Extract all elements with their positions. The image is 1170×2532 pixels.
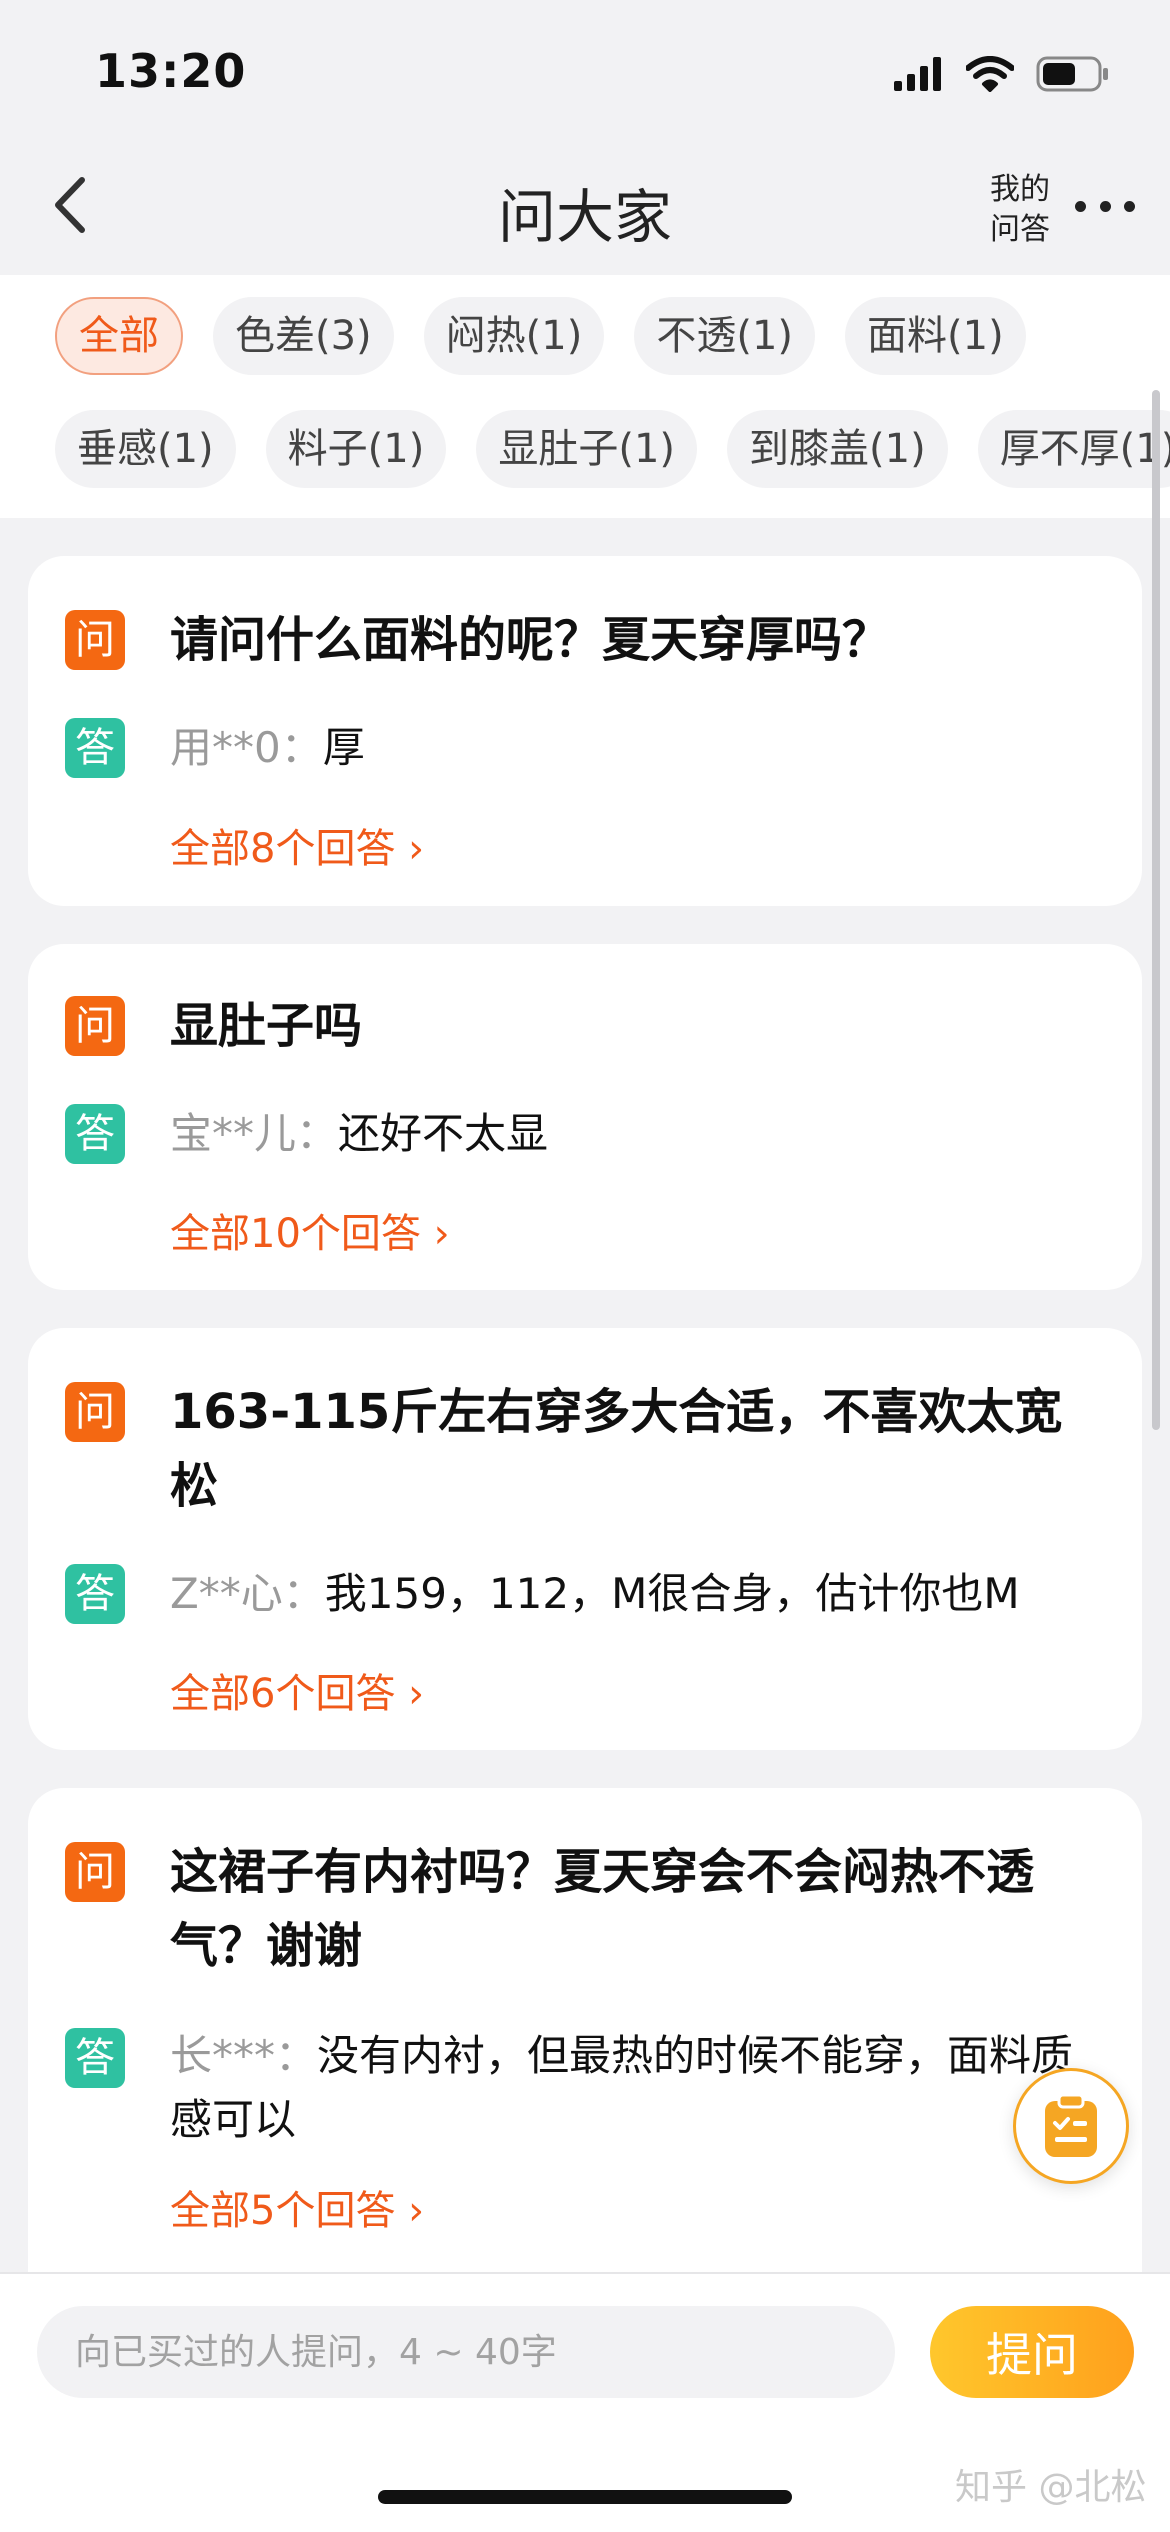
answer-user: 长***：: [170, 2031, 318, 2080]
all-answers-label: 全部6个回答: [170, 1671, 396, 1717]
wifi-icon: [966, 56, 1014, 92]
filter-row-1: 全部 色差(3) 闷热(1) 不透(1) 面料(1): [55, 297, 1026, 375]
chevron-right-icon: ›: [395, 1671, 425, 1717]
chevron-right-icon: ›: [395, 826, 425, 872]
my-qa-label-line2: 问答: [990, 212, 1050, 247]
answer-text: 还好不太显: [338, 1109, 549, 1158]
question-text: 请问什么面料的呢？夏天穿厚吗？: [170, 612, 891, 668]
answer-badge: 答: [65, 1104, 125, 1164]
filter-tag[interactable]: 不透(1): [634, 297, 816, 375]
filter-tag[interactable]: 显肚子(1): [476, 410, 698, 488]
all-answers-link[interactable]: 全部6个回答 ›: [170, 1661, 424, 1719]
chevron-right-icon: ›: [395, 2188, 425, 2234]
answer-badge: 答: [65, 2028, 125, 2088]
floating-clipboard-button[interactable]: [1013, 2068, 1129, 2184]
answer-text: 我159，112，M很合身，估计你也M: [324, 1569, 1020, 1618]
status-bar: 13:20: [0, 0, 1170, 140]
ask-button[interactable]: 提问: [930, 2306, 1134, 2398]
answer-user: 用**0：: [170, 723, 323, 772]
question-badge: 问: [65, 610, 125, 670]
filter-tag-all[interactable]: 全部: [55, 297, 183, 375]
status-icons: [894, 52, 1110, 96]
question-badge: 问: [65, 1382, 125, 1442]
answer-line: 宝**儿：还好不太显: [170, 1102, 1110, 1166]
answer-line: Z**心：我159，112，M很合身，估计你也M: [170, 1562, 1110, 1626]
signal-icon: [894, 57, 941, 91]
filter-row-2: 垂感(1) 料子(1) 显肚子(1) 到膝盖(1) 厚不厚(1): [55, 410, 1170, 488]
answer-line: 用**0：厚: [170, 716, 1110, 780]
all-answers-label: 全部8个回答: [170, 826, 396, 872]
answer-user: 宝**儿：: [170, 1109, 339, 1158]
nav-bar: 问大家 我的 问答: [0, 140, 1170, 275]
qa-card[interactable]: 问 这裙子有内衬吗？夏天穿会不会闷热不透气？谢谢 答 长***：没有内衬，但最热…: [28, 1788, 1142, 2272]
question-text: 这裙子有内衬吗？夏天穿会不会闷热不透气？谢谢: [170, 1844, 1035, 1974]
clipboard-list-icon: [1045, 2093, 1097, 2157]
my-qa-label-line1: 我的: [990, 172, 1050, 207]
qa-page: 13:20 问大家 我的 问答 全部 色差(3) 闷热(1) 不透(1) 面料(…: [0, 0, 1170, 2532]
filter-tag[interactable]: 厚不厚(1): [977, 410, 1170, 488]
more-dots-icon[interactable]: [1075, 196, 1135, 216]
all-answers-link[interactable]: 全部5个回答 ›: [170, 2178, 424, 2236]
answer-line: 长***：没有内衬，但最热的时候不能穿，面料质感可以: [170, 2024, 1110, 2152]
answer-user: Z**心：: [170, 1569, 325, 1618]
scrollbar[interactable]: [1152, 390, 1160, 1430]
question-text: 显肚子吗: [170, 998, 363, 1054]
filter-tag[interactable]: 料子(1): [265, 410, 447, 488]
all-answers-label: 全部10个回答: [170, 1211, 421, 1257]
home-indicator[interactable]: [378, 2490, 792, 2504]
answer-badge: 答: [65, 1564, 125, 1624]
qa-card[interactable]: 问 显肚子吗 答 宝**儿：还好不太显 全部10个回答 ›: [28, 944, 1142, 1290]
filter-tag[interactable]: 面料(1): [845, 297, 1026, 375]
all-answers-link[interactable]: 全部10个回答 ›: [170, 1201, 450, 1259]
filter-tag[interactable]: 到膝盖(1): [727, 410, 948, 488]
status-time: 13:20: [95, 44, 247, 98]
chevron-right-icon: ›: [420, 1211, 450, 1257]
filter-tag[interactable]: 色差(3): [213, 297, 394, 375]
question-text: 163-115斤左右穿多大合适，不喜欢太宽松: [170, 1384, 1063, 1514]
filter-tag[interactable]: 闷热(1): [423, 297, 605, 375]
question-badge: 问: [65, 1842, 125, 1902]
ask-question-input[interactable]: [37, 2306, 895, 2398]
battery-icon: [1036, 56, 1108, 92]
filter-tag[interactable]: 垂感(1): [55, 410, 236, 488]
my-qa-button[interactable]: 我的 问答: [980, 170, 1060, 250]
qa-card[interactable]: 问 请问什么面料的呢？夏天穿厚吗？ 答 用**0：厚 全部8个回答 ›: [28, 556, 1142, 906]
qa-card[interactable]: 问 163-115斤左右穿多大合适，不喜欢太宽松 答 Z**心：我159，112…: [28, 1328, 1142, 1750]
all-answers-link[interactable]: 全部8个回答 ›: [170, 816, 424, 874]
answer-text: 厚: [322, 723, 365, 772]
question-badge: 问: [65, 996, 125, 1056]
all-answers-label: 全部5个回答: [170, 2188, 396, 2234]
watermark: 知乎 @北松: [955, 2467, 1147, 2508]
answer-badge: 答: [65, 718, 125, 778]
filter-tags: 全部 色差(3) 闷热(1) 不透(1) 面料(1) 垂感(1) 料子(1) 显…: [0, 275, 1170, 518]
